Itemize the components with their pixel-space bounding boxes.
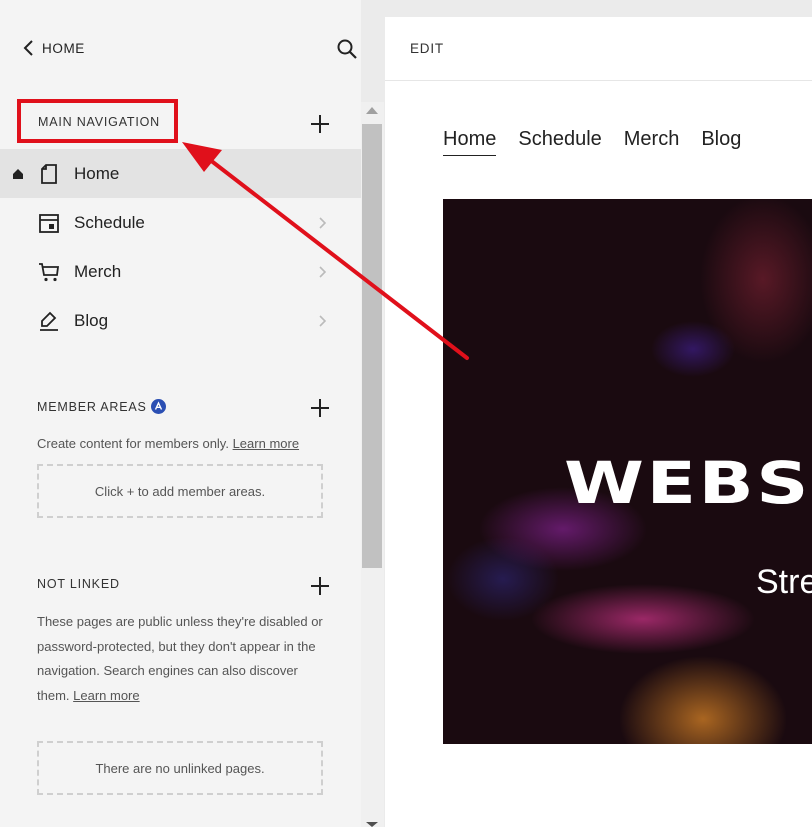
member-areas-title: MEMBER AREAS xyxy=(37,400,147,414)
scroll-up-arrow[interactable] xyxy=(366,107,378,114)
site-nav-blog[interactable]: Blog xyxy=(701,128,741,156)
member-areas-help-text: Create content for members only. xyxy=(37,436,229,451)
hero-banner-image: WEBS Stre xyxy=(443,199,812,744)
back-home-button[interactable]: HOME xyxy=(22,38,85,58)
back-label: HOME xyxy=(42,40,85,56)
not-linked-empty-text: There are no unlinked pages. xyxy=(95,760,265,776)
blog-pen-icon xyxy=(40,311,58,331)
chevron-right-icon xyxy=(319,265,327,278)
not-linked-title: NOT LINKED xyxy=(37,577,120,591)
chevron-right-icon xyxy=(319,216,327,229)
member-areas-badge-icon xyxy=(151,399,166,414)
not-linked-learn-more-link[interactable]: Learn more xyxy=(73,688,139,703)
nav-item-label: Home xyxy=(74,163,120,183)
chevron-right-icon xyxy=(319,314,327,327)
add-not-linked-page-button[interactable] xyxy=(310,576,330,596)
chevron-left-icon xyxy=(23,40,33,56)
nav-item-schedule[interactable]: Schedule xyxy=(0,198,361,247)
calendar-icon xyxy=(39,213,59,233)
site-nav-merch[interactable]: Merch xyxy=(624,128,680,156)
nav-item-label: Blog xyxy=(74,310,109,330)
member-areas-empty-text: Click + to add member areas. xyxy=(94,483,266,499)
search-icon[interactable] xyxy=(336,38,358,60)
scroll-down-arrow[interactable] xyxy=(366,822,378,827)
edit-button[interactable]: EDIT xyxy=(410,41,444,56)
nav-item-home[interactable]: Home xyxy=(0,149,361,198)
member-areas-learn-more-link[interactable]: Learn more xyxy=(233,436,299,451)
hero-title: WEBS xyxy=(564,449,811,517)
nav-item-label: Schedule xyxy=(74,212,145,232)
nav-item-blog[interactable]: Blog xyxy=(0,296,361,345)
page-icon xyxy=(41,163,57,184)
not-linked-help: These pages are public unless they're di… xyxy=(37,610,327,708)
member-areas-empty-state: Click + to add member areas. xyxy=(37,464,323,518)
site-navigation: Home Schedule Merch Blog xyxy=(443,128,741,156)
nav-item-merch[interactable]: Merch xyxy=(0,247,361,296)
annotation-highlight-box xyxy=(17,99,178,143)
preview-edit-bar: EDIT xyxy=(385,17,812,81)
site-preview-panel: EDIT Home Schedule Merch Blog WEBS Stre xyxy=(385,17,812,827)
site-nav-home[interactable]: Home xyxy=(443,128,497,156)
homepage-indicator-icon xyxy=(13,168,23,179)
site-nav-schedule[interactable]: Schedule xyxy=(518,128,601,156)
hero-subtitle: Stre xyxy=(756,563,812,601)
not-linked-empty-state: There are no unlinked pages. xyxy=(37,741,323,795)
nav-item-label: Merch xyxy=(74,261,122,281)
add-page-main-nav-button[interactable] xyxy=(310,114,330,134)
member-areas-help: Create content for members only. Learn m… xyxy=(37,432,299,457)
add-member-area-button[interactable] xyxy=(310,398,330,418)
cart-icon xyxy=(39,262,60,281)
sidebar-scrollbar-thumb[interactable] xyxy=(362,124,382,568)
sidebar-header: HOME xyxy=(0,0,384,96)
